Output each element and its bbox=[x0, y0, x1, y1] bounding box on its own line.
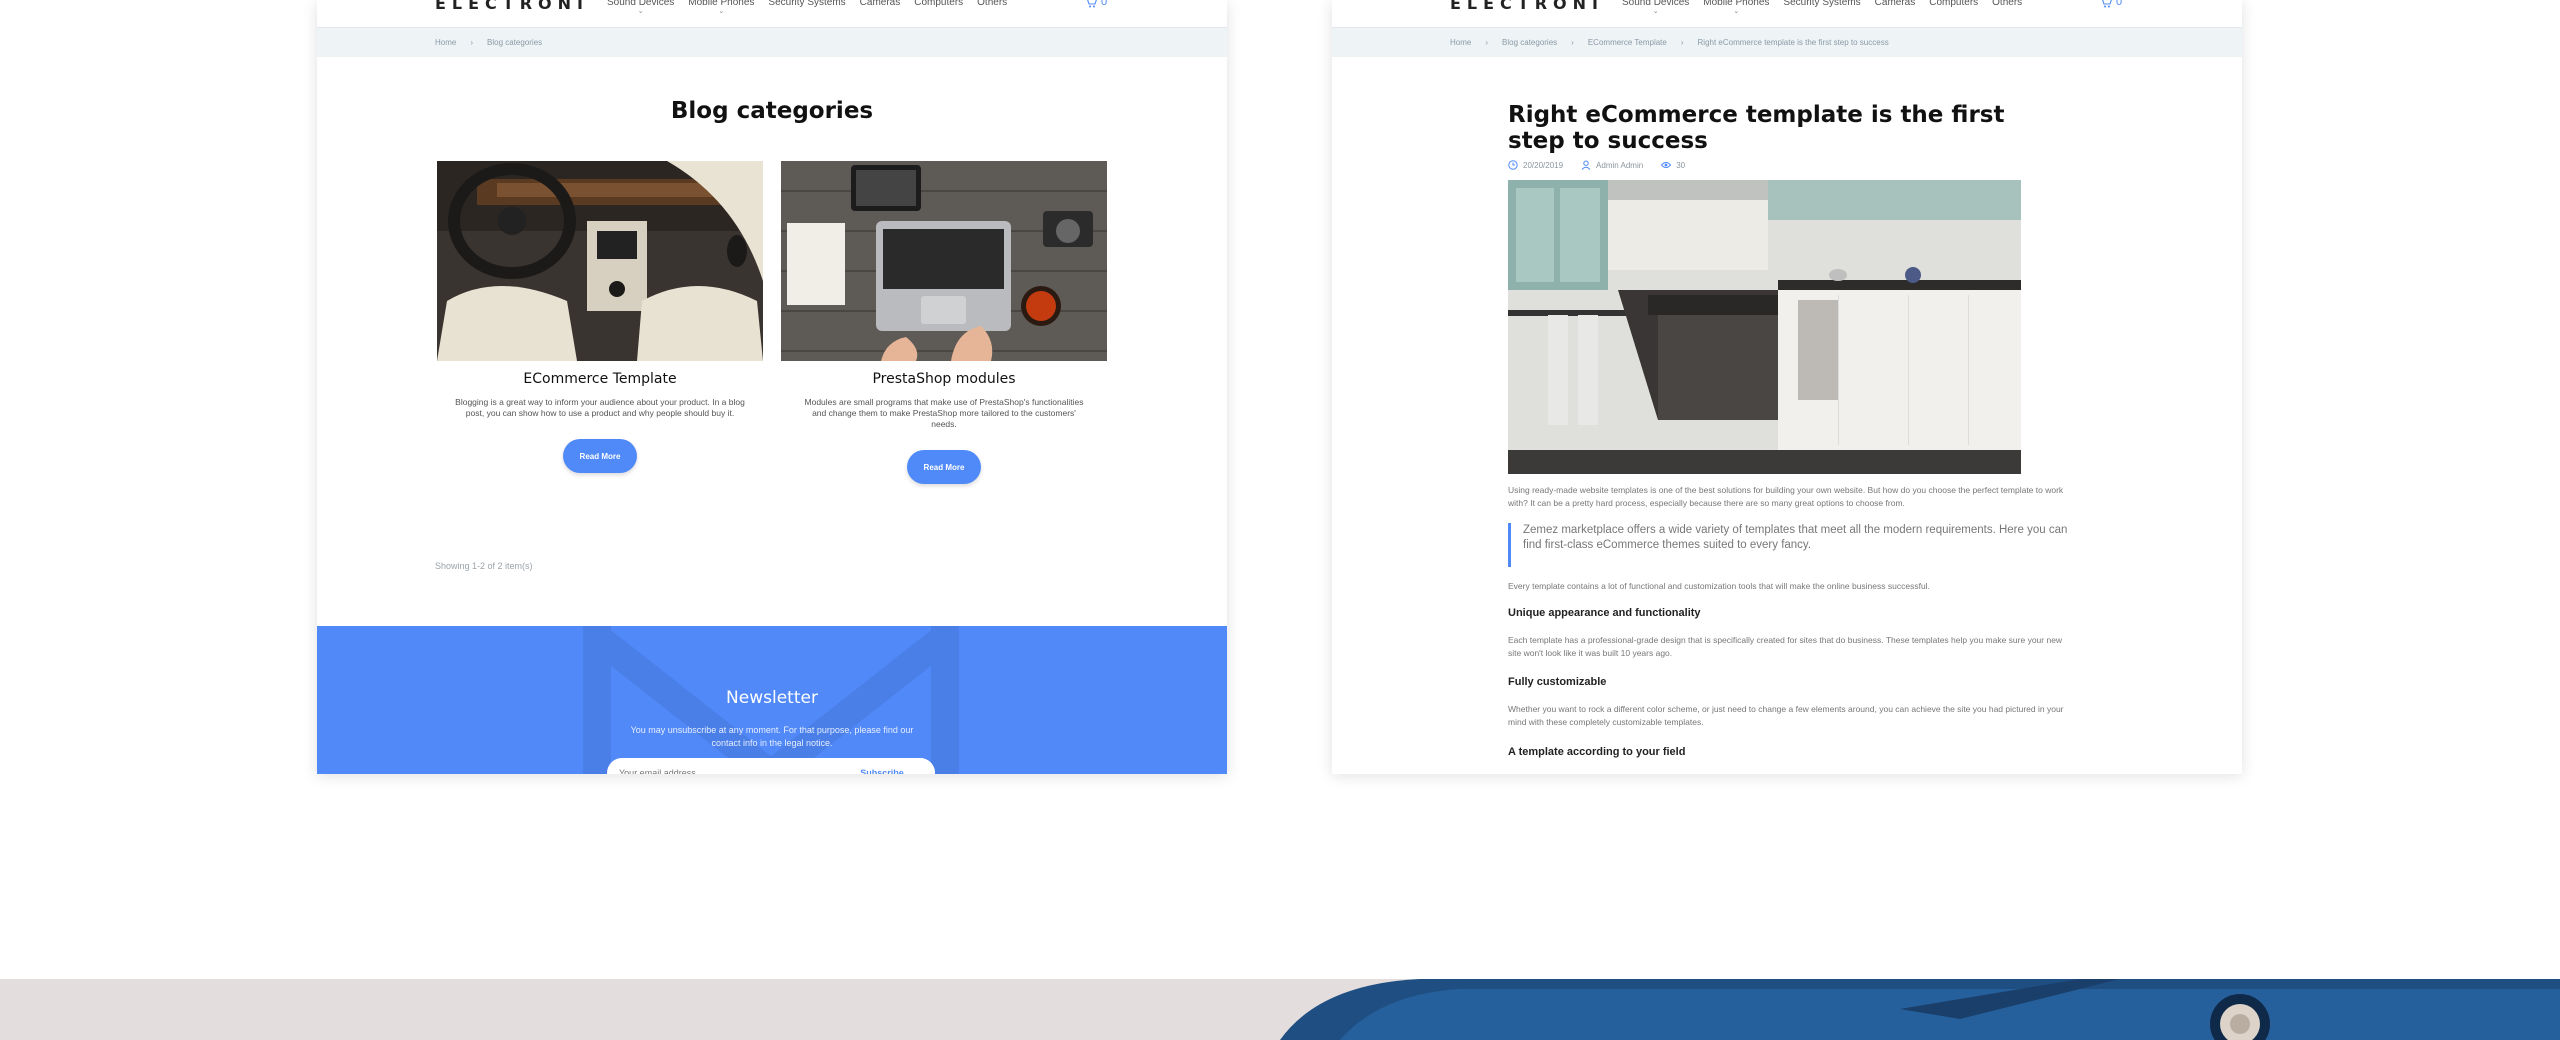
card-description: Modules are small programs that make use… bbox=[804, 397, 1084, 429]
chevron-down-icon: ⌄ bbox=[1733, 8, 1740, 15]
pagination-summary: Showing 1-2 of 2 item(s) bbox=[435, 561, 533, 571]
nav-item-sound-devices[interactable]: Sound Devices ⌄ bbox=[607, 0, 674, 15]
chevron-down-icon: ⌄ bbox=[1652, 8, 1659, 15]
post-views: 30 bbox=[1661, 160, 1685, 170]
post-quote: Zemez marketplace offers a wide variety … bbox=[1508, 523, 2068, 567]
nav-item-sound-devices[interactable]: Sound Devices ⌄ bbox=[1622, 0, 1689, 15]
section-heading: A template according to your field bbox=[1508, 746, 1686, 758]
cart-button[interactable]: 0 bbox=[1085, 0, 1107, 8]
email-input[interactable] bbox=[607, 758, 827, 774]
site-logo[interactable]: ELECTRONI bbox=[435, 0, 589, 13]
chevron-right-icon: › bbox=[470, 38, 474, 47]
post-meta: 20/20/2019 Admin Admin 30 bbox=[1508, 160, 1685, 170]
chevron-down-icon: ⌄ bbox=[718, 8, 725, 15]
post-paragraph: Each template has a professional-grade d… bbox=[1508, 635, 2063, 658]
post-date: 20/20/2019 bbox=[1508, 160, 1563, 170]
blog-card: PrestaShop modules Modules are small pro… bbox=[781, 161, 1107, 484]
nav-item-security-systems[interactable]: Security Systems bbox=[768, 0, 845, 8]
chevron-right-icon: › bbox=[1571, 38, 1574, 47]
nav-item-security-systems[interactable]: Security Systems bbox=[1783, 0, 1860, 8]
car-interior-image[interactable] bbox=[437, 161, 763, 361]
user-icon bbox=[1581, 160, 1591, 170]
read-more-button[interactable]: Read More bbox=[907, 450, 981, 484]
nav-item-cameras[interactable]: Cameras bbox=[860, 0, 901, 8]
nav-item-mobile-phones[interactable]: Mobile Phones ⌄ bbox=[1703, 0, 1769, 15]
chevron-down-icon: ⌄ bbox=[637, 8, 644, 15]
newsletter-text: You may unsubscribe at any moment. For t… bbox=[630, 725, 914, 748]
subscribe-button[interactable]: Subscribe bbox=[829, 758, 935, 774]
section-heading: Unique appearance and functionality bbox=[1508, 607, 1701, 619]
cart-icon bbox=[2102, 0, 2112, 7]
breadcrumb-blog-categories[interactable]: Blog categories bbox=[1502, 38, 1557, 47]
newsletter-title: Newsletter bbox=[726, 688, 818, 708]
blog-categories-preview: ELECTRONI Sound Devices ⌄ Mobile Phones ⌄ … bbox=[317, 0, 1227, 774]
section-heading: Fully customizable bbox=[1508, 676, 1607, 688]
chevron-right-icon: › bbox=[1680, 38, 1684, 47]
post-paragraph: Every template contains a lot of functio… bbox=[1508, 581, 1930, 591]
cart-count: 0 bbox=[2116, 0, 2123, 8]
nav-item-others[interactable]: Others bbox=[977, 0, 1007, 8]
nav-item-computers[interactable]: Computers bbox=[914, 0, 963, 8]
page-title: Blog categories bbox=[670, 98, 874, 124]
nav-item-computers[interactable]: Computers bbox=[1929, 0, 1978, 8]
cart-count: 0 bbox=[1101, 0, 1108, 8]
blog-card: ECommerce Template Blogging is a great w… bbox=[437, 161, 763, 473]
newsletter-form: Subscribe bbox=[607, 758, 935, 774]
breadcrumb-category[interactable]: ECommerce Template bbox=[1588, 38, 1667, 47]
nav-item-cameras[interactable]: Cameras bbox=[1875, 0, 1916, 8]
post-paragraph: Whether you want to rock a different col… bbox=[1508, 704, 2064, 727]
breadcrumb-home[interactable]: Home bbox=[435, 38, 456, 47]
chevron-right-icon: › bbox=[1485, 38, 1489, 47]
breadcrumb: Home › Blog categories › ECommerce Templ… bbox=[1332, 28, 2242, 57]
bottom-banner-image bbox=[0, 979, 2560, 1040]
cart-icon bbox=[1087, 0, 1097, 7]
breadcrumb-current: Blog categories bbox=[487, 38, 543, 47]
nav-item-others[interactable]: Others bbox=[1992, 0, 2022, 8]
card-title[interactable]: ECommerce Template bbox=[437, 371, 763, 387]
newsletter-section: Newsletter You may unsubscribe at any mo… bbox=[317, 626, 1227, 774]
laptop-desk-image[interactable] bbox=[781, 161, 1107, 361]
site-logo[interactable]: ELECTRONI bbox=[1450, 0, 1604, 13]
blog-post-preview: ELECTRONI Sound Devices ⌄ Mobile Phones ⌄ … bbox=[1332, 0, 2242, 774]
eye-icon bbox=[1661, 162, 1672, 168]
post-paragraph: Using ready-made website templates is on… bbox=[1508, 485, 2064, 508]
breadcrumb-current: Right eCommerce template is the first st… bbox=[1697, 38, 1889, 47]
site-header: ELECTRONI Sound Devices ⌄ Mobile Phones ⌄ … bbox=[1332, 0, 2242, 28]
breadcrumb-home[interactable]: Home bbox=[1450, 38, 1471, 47]
main-nav: Sound Devices ⌄ Mobile Phones ⌄ Security S… bbox=[607, 0, 1007, 15]
post-title: Right eCommerce template is the first st… bbox=[1508, 102, 2005, 154]
card-title[interactable]: PrestaShop modules bbox=[781, 371, 1107, 387]
clock-icon bbox=[1508, 160, 1518, 170]
main-nav: Sound Devices ⌄ Mobile Phones ⌄ Security S… bbox=[1622, 0, 2022, 15]
kitchen-image bbox=[1508, 180, 2021, 474]
breadcrumb: Home › Blog categories bbox=[317, 28, 1227, 57]
site-header: ELECTRONI Sound Devices ⌄ Mobile Phones ⌄ … bbox=[317, 0, 1227, 28]
nav-item-mobile-phones[interactable]: Mobile Phones ⌄ bbox=[688, 0, 754, 15]
card-description: Blogging is a great way to inform your a… bbox=[455, 397, 745, 418]
cart-button[interactable]: 0 bbox=[2100, 0, 2122, 8]
read-more-button[interactable]: Read More bbox=[563, 439, 637, 473]
post-author: Admin Admin bbox=[1581, 160, 1643, 170]
